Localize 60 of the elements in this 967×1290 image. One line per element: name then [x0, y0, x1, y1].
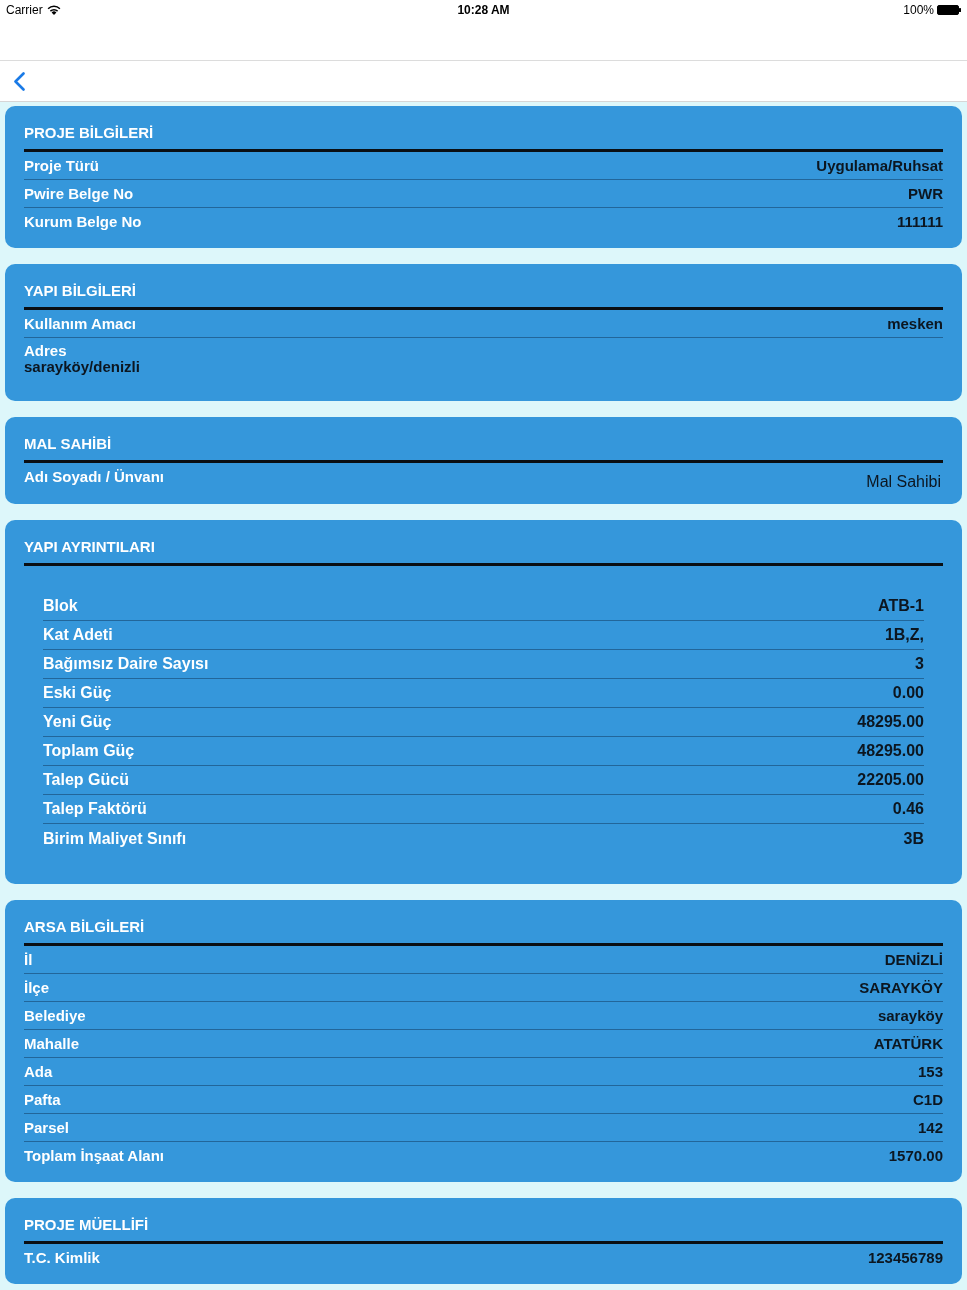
- section-title: YAPI AYRINTILARI: [24, 538, 155, 556]
- field-label: Pwire Belge No: [24, 184, 134, 203]
- field-value: 48295.00: [857, 713, 924, 731]
- section-title: ARSA BİLGİLERİ: [24, 918, 145, 936]
- field-label: Eski Güç: [43, 684, 112, 702]
- field-value: 3: [915, 655, 924, 673]
- field-label: Blok: [43, 597, 78, 615]
- wifi-icon: [46, 5, 61, 15]
- field-label: Kat Adeti: [43, 626, 113, 644]
- field-value: PWR: [908, 184, 943, 203]
- section-title: PROJE MÜELLİFİ: [24, 1216, 149, 1234]
- field-value: Mal Sahibi: [866, 473, 941, 491]
- field-value: ATB-1: [878, 597, 924, 615]
- field-value: SARAYKÖY: [859, 978, 943, 997]
- battery-percentage: 100%: [903, 3, 934, 17]
- field-label: Birim Maliyet Sınıfı: [43, 829, 187, 848]
- field-label: Adres: [24, 343, 67, 359]
- carrier-name: Carrier: [6, 3, 43, 17]
- field-label: İlçe: [24, 978, 50, 997]
- field-label: Toplam İnşaat Alanı: [24, 1147, 165, 1165]
- field-label: Toplam Güç: [43, 742, 135, 760]
- field-label: Ada: [24, 1062, 53, 1081]
- field-value: 3B: [903, 829, 924, 848]
- field-value: 123456789: [867, 1249, 943, 1267]
- section-title: PROJE BİLGİLERİ: [24, 124, 154, 142]
- field-value: DENİZLİ: [884, 950, 943, 969]
- field-label: Talep Gücü: [43, 771, 129, 789]
- field-label: Kurum Belge No: [24, 213, 142, 231]
- field-label: Kullanım Amacı: [24, 314, 136, 333]
- field-value: 48295.00: [857, 742, 924, 760]
- field-value: 153: [917, 1062, 943, 1081]
- field-value: 22205.00: [857, 771, 924, 789]
- field-value: sarayköy: [877, 1006, 943, 1025]
- field-label: T.C. Kimlik: [24, 1249, 100, 1267]
- field-label: Adı Soyadı / Ünvanı: [24, 468, 165, 486]
- field-label: Yeni Güç: [43, 713, 112, 731]
- field-label: Bağımsız Daire Sayısı: [43, 655, 209, 673]
- battery-icon: [937, 5, 961, 15]
- field-value: Uygulama/Ruhsat: [816, 156, 943, 175]
- field-value: 111111: [897, 213, 943, 231]
- field-value: 0.00: [892, 684, 924, 702]
- field-value: 1570.00: [888, 1147, 943, 1165]
- field-value: ATATÜRK: [873, 1034, 943, 1053]
- field-label: Belediye: [24, 1006, 86, 1025]
- field-value: 0.46: [892, 800, 924, 818]
- field-label: Parsel: [24, 1118, 70, 1137]
- section-title: YAPI BİLGİLERİ: [24, 282, 136, 300]
- field-value: C1D: [913, 1090, 943, 1109]
- section-title: MAL SAHİBİ: [24, 435, 112, 453]
- chevron-left-icon: [13, 71, 25, 91]
- field-label: Talep Faktörü: [43, 800, 147, 818]
- field-label: Proje Türü: [24, 156, 99, 175]
- field-label: Pafta: [24, 1090, 61, 1109]
- field-value: sarayköy/denizli: [24, 359, 140, 375]
- field-value: 1B,Z,: [884, 626, 924, 644]
- field-label: İl: [24, 950, 33, 969]
- clock-time: 10:28 AM: [457, 3, 510, 17]
- field-value: mesken: [887, 314, 943, 333]
- field-value: 142: [917, 1118, 943, 1137]
- field-label: Mahalle: [24, 1034, 80, 1053]
